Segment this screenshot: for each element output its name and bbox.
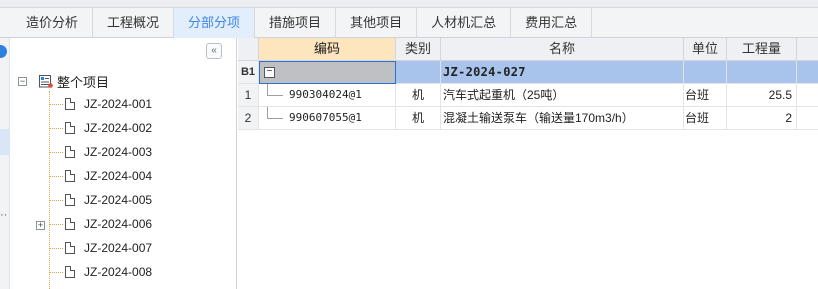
document-icon xyxy=(65,218,75,230)
group-type-cell[interactable] xyxy=(396,61,441,84)
grid-corner[interactable] xyxy=(238,38,259,61)
tree-item[interactable]: JZ-2024-007 xyxy=(49,238,152,258)
tree-item[interactable]: JZ-2024-008 xyxy=(49,262,152,282)
tree-item[interactable]: JZ-2024-001 xyxy=(49,94,152,114)
tab-fee-summary[interactable]: 费用汇总 xyxy=(511,8,593,38)
tree-item-label: JZ-2024-005 xyxy=(84,193,153,207)
group-unit-cell[interactable] xyxy=(684,61,727,84)
tree-item-label: JZ-2024-002 xyxy=(84,121,153,135)
document-icon xyxy=(65,122,75,134)
column-header-type[interactable]: 类别 xyxy=(396,38,441,61)
tree-root-node[interactable]: − 整个项目 xyxy=(18,72,109,90)
group-quantity-cell[interactable] xyxy=(727,61,797,84)
code-text: 990607055@1 xyxy=(289,111,362,124)
tree-item[interactable]: JZ-2024-002 xyxy=(49,118,152,138)
project-tree-panel: « − 整个项目 JZ-2024-001 JZ-2024-002 JZ-2024… xyxy=(10,38,237,289)
table-row[interactable]: 2 990607055@1 机 混凝土输送泵车（输送量170m3/h） 台班 2 xyxy=(238,107,818,130)
row-number: 1 xyxy=(238,84,259,107)
tree-item-label: JZ-2024-004 xyxy=(84,169,153,183)
quantity-cell[interactable]: 2 xyxy=(727,107,797,130)
column-header-code[interactable]: 编码 xyxy=(259,38,396,61)
project-icon xyxy=(39,74,53,88)
document-icon xyxy=(65,170,75,182)
code-cell[interactable]: 990304024@1 xyxy=(259,84,396,107)
tree-item[interactable]: JZ-2024-005 xyxy=(49,190,152,210)
quantity-cell[interactable]: 25.5 xyxy=(727,84,797,107)
column-header-extra[interactable] xyxy=(797,38,818,61)
rail-indicator-icon[interactable] xyxy=(0,45,7,58)
tree-root-label: 整个项目 xyxy=(57,74,110,90)
tree-item-label: JZ-2024-003 xyxy=(84,145,153,159)
name-cell[interactable]: 混凝土输送泵车（输送量170m3/h） xyxy=(441,107,684,130)
tree-item-label: JZ-2024-008 xyxy=(84,265,153,279)
name-cell[interactable]: 汽车式起重机（25吨） xyxy=(441,84,684,107)
extra-cell[interactable] xyxy=(797,107,818,130)
row-header: B1 xyxy=(238,61,259,84)
tab-cost-analysis[interactable]: 造价分析 xyxy=(0,8,94,38)
code-cell[interactable]: 990607055@1 xyxy=(259,107,396,130)
table-row[interactable]: 1 990304024@1 机 汽车式起重机（25吨） 台班 25.5 xyxy=(238,84,818,107)
tab-project-overview[interactable]: 工程概况 xyxy=(93,8,175,38)
tab-labor-material-machine[interactable]: 人材机汇总 xyxy=(417,8,512,38)
tree-item[interactable]: JZ-2024-004 xyxy=(49,166,152,186)
type-cell[interactable]: 机 xyxy=(396,84,441,107)
extra-cell[interactable] xyxy=(797,84,818,107)
group-collapse-expander[interactable]: − xyxy=(264,67,275,78)
tree-collapse-expander[interactable]: − xyxy=(18,76,27,86)
tree-item[interactable]: JZ-2024-003 xyxy=(49,142,152,162)
document-icon xyxy=(65,194,75,206)
group-code-cell[interactable]: − xyxy=(259,61,396,84)
document-icon xyxy=(65,266,75,278)
tab-other-items[interactable]: 其他项目 xyxy=(336,8,418,38)
tree-item[interactable]: JZ-2024-006 xyxy=(49,214,152,234)
document-icon xyxy=(65,98,75,110)
rail-selected-item[interactable] xyxy=(0,129,10,155)
tree-item-label: JZ-2024-006 xyxy=(84,217,153,231)
more-icon[interactable]: ·· xyxy=(0,210,7,221)
tab-bar: 造价分析 工程概况 分部分项 措施项目 其他项目 人材机汇总 费用汇总 xyxy=(0,8,818,38)
tab-sub-items[interactable]: 分部分项 xyxy=(174,8,256,38)
top-toolbar-strip xyxy=(0,0,818,8)
tab-measures[interactable]: 措施项目 xyxy=(255,8,337,38)
tree-item-label: JZ-2024-001 xyxy=(84,97,153,111)
group-extra-cell[interactable] xyxy=(797,61,818,84)
type-cell[interactable]: 机 xyxy=(396,107,441,130)
unit-cell[interactable]: 台班 xyxy=(684,107,727,130)
row-number: 2 xyxy=(238,107,259,130)
collapse-panel-button[interactable]: « xyxy=(206,43,222,59)
column-header-unit[interactable]: 单位 xyxy=(684,38,727,61)
document-icon xyxy=(65,146,75,158)
unit-cell[interactable]: 台班 xyxy=(684,84,727,107)
column-header-quantity[interactable]: 工程量 xyxy=(727,38,797,61)
left-rail: ·· xyxy=(0,38,10,289)
document-icon xyxy=(65,242,75,254)
group-row[interactable]: B1 − JZ-2024-027 xyxy=(238,61,818,84)
tree-expand-expander[interactable]: + xyxy=(36,221,45,230)
code-text: 990304024@1 xyxy=(289,88,362,101)
tree-item-label: JZ-2024-007 xyxy=(84,241,153,255)
column-header-name[interactable]: 名称 xyxy=(441,38,684,61)
group-name-cell[interactable]: JZ-2024-027 xyxy=(441,61,684,84)
